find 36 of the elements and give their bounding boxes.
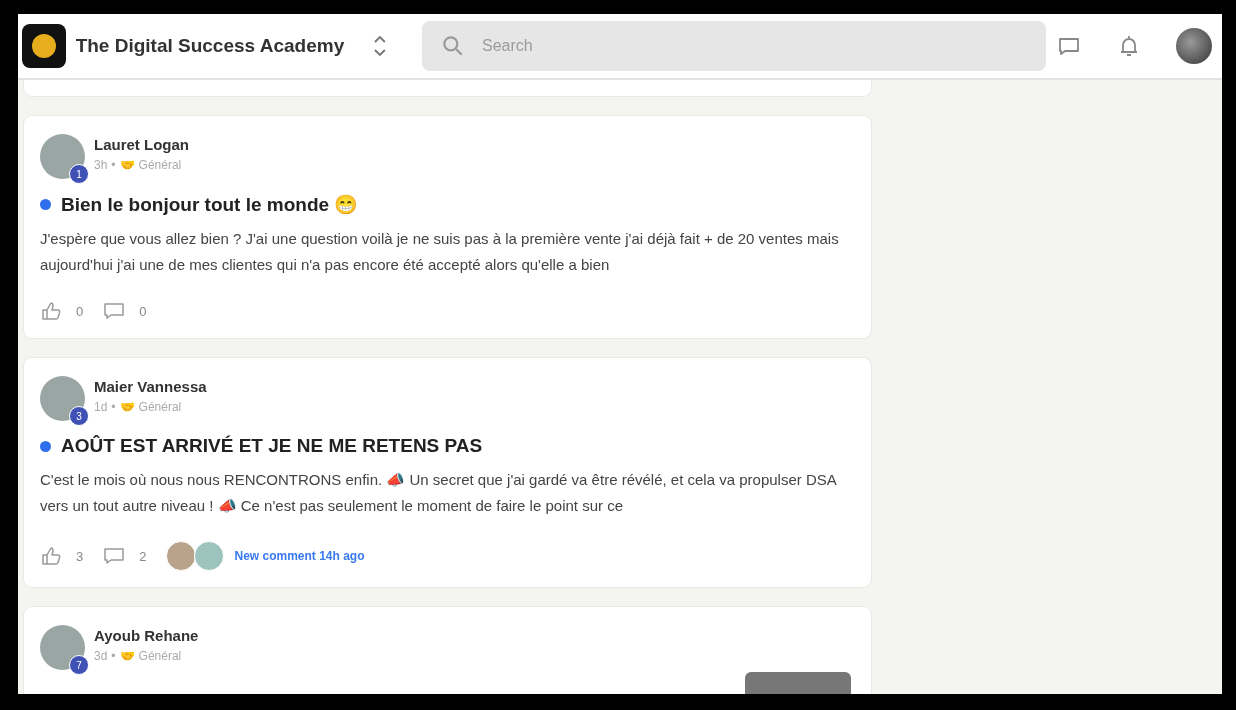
separator-dot: •	[111, 400, 116, 414]
like-count: 0	[76, 303, 84, 319]
thumbs-up-icon[interactable]	[40, 300, 62, 322]
category-emoji: 🤝	[119, 400, 135, 414]
post-card[interactable]	[24, 358, 871, 587]
author-avatar[interactable]	[40, 625, 85, 670]
separator-dot: •	[111, 158, 116, 172]
author-name[interactable]: Lauret Logan	[94, 134, 189, 153]
post-title[interactable]: Bien le bonjour tout le monde 😁	[61, 193, 359, 216]
level-badge: 1	[69, 164, 89, 184]
post-card[interactable]: 7 Ayoub Rehane 3d • 🤝 Général	[24, 607, 871, 694]
author-name[interactable]: Maier Vannessa	[94, 376, 207, 395]
community-name[interactable]: The Digital Success Academy	[75, 35, 345, 57]
new-comment-link[interactable]: New comment 14h ago	[234, 549, 365, 563]
post-time: 3h	[94, 158, 108, 172]
comment-count: 0	[139, 303, 147, 319]
post-time: 1d	[94, 400, 108, 414]
author-avatar[interactable]	[40, 376, 85, 421]
user-avatar[interactable]	[1176, 28, 1212, 64]
level-badge: 3	[69, 406, 89, 426]
comment-count: 2	[139, 548, 147, 564]
community-logo[interactable]	[22, 24, 66, 68]
thumbs-up-icon[interactable]	[40, 545, 62, 567]
author-avatar[interactable]	[40, 134, 85, 179]
separator-dot: •	[111, 649, 116, 663]
like-count: 3	[76, 548, 84, 564]
post-time: 3d	[94, 649, 108, 663]
level-badge: 7	[69, 655, 89, 675]
post-excerpt: J'espère que vous allez bien ? J'ai une question voilà je ne suis pas à la première vente j'ai déjà fait + de 20 ventes mais aujourd'hui j'ai une de mes clientes qui n'a pas encore été accepté alors qu'elle a bien	[40, 229, 840, 275]
search-field[interactable]: Search	[422, 21, 1046, 71]
author-name[interactable]: Ayoub Rehane	[94, 625, 199, 644]
category-emoji: 🤝	[119, 649, 135, 663]
post-title[interactable]: AOÛT EST ARRIVÉ ET JE NE ME RETENS PAS	[61, 435, 483, 457]
post-card[interactable]	[24, 116, 871, 338]
post-excerpt: C'est le mois où nous nous RENCONTRONS enfin. 📣 Un secret que j'ai gardé va être révélé, et cela va propulser DSA vers un tout autre niveau ! 📣 Ce n'est pas seulement le moment de faire le point sur ce	[40, 470, 838, 516]
category-emoji: 🤝	[119, 158, 135, 172]
